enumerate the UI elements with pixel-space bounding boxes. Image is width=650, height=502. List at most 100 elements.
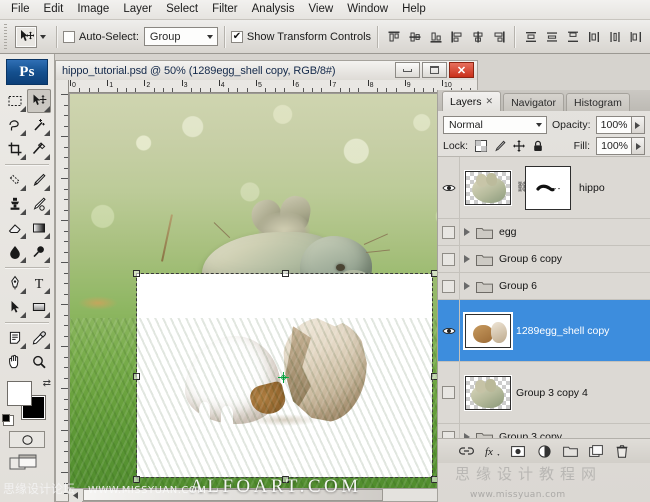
menu-item-select[interactable]: Select — [159, 0, 205, 19]
blur-tool[interactable] — [3, 240, 27, 264]
blur-flyout-triangle-icon[interactable] — [20, 257, 26, 263]
eraser-tool[interactable] — [3, 216, 27, 240]
history-brush-tool[interactable] — [27, 192, 51, 216]
tool-preset-picker[interactable] — [11, 25, 50, 48]
tab-histogram[interactable]: Histogram — [566, 93, 630, 111]
historybrush-flyout-triangle-icon[interactable] — [44, 209, 50, 215]
brush-flyout-triangle-icon[interactable] — [44, 185, 50, 191]
document-horizontal-scrollbar[interactable] — [69, 488, 464, 502]
swap-colors-icon[interactable]: ⇄ — [43, 378, 51, 389]
lasso-flyout-triangle-icon[interactable] — [20, 130, 26, 136]
patch-flyout-triangle-icon[interactable] — [20, 185, 26, 191]
new-group-button[interactable] — [562, 443, 578, 459]
layer-visibility-toggle-egg[interactable] — [438, 219, 460, 245]
menu-item-filter[interactable]: Filter — [205, 0, 245, 19]
lock-position-icon[interactable] — [512, 140, 525, 153]
notes-flyout-triangle-icon[interactable] — [20, 343, 26, 349]
screen-mode-button[interactable] — [9, 454, 45, 473]
wand-flyout-triangle-icon[interactable] — [44, 130, 50, 136]
layer-row-hippo[interactable]: ⛓ hippo — [438, 157, 650, 219]
layer-visibility-toggle-1289egg-shell-copy[interactable] — [438, 300, 460, 361]
dodge-tool[interactable] — [27, 240, 51, 264]
gradient-flyout-triangle-icon[interactable] — [44, 233, 50, 239]
show-transform-controls-checkbox[interactable]: ✔ — [230, 30, 243, 43]
foreground-color-swatch[interactable] — [7, 381, 32, 406]
opacity-slider-chevron-icon[interactable] — [631, 116, 645, 134]
maximize-button[interactable] — [422, 62, 447, 78]
add-layer-mask-button[interactable] — [510, 443, 526, 459]
pen-flyout-triangle-icon[interactable] — [20, 288, 26, 294]
hand-tool[interactable] — [3, 350, 27, 374]
vertical-ruler[interactable] — [56, 80, 69, 501]
rectangular-marquee-tool[interactable] — [3, 89, 27, 113]
stamp-flyout-triangle-icon[interactable] — [20, 209, 26, 215]
type-tool[interactable]: T — [27, 271, 51, 295]
new-adjustment-layer-button[interactable] — [536, 443, 552, 459]
layer-visibility-toggle-group-3-copy-4[interactable] — [438, 362, 460, 423]
opacity-value[interactable]: 100% — [595, 116, 632, 134]
tab-layers[interactable]: Layers ✕ — [442, 91, 502, 111]
auto-select-dropdown[interactable]: Group — [143, 27, 218, 46]
align-right-edges-icon[interactable] — [489, 27, 508, 46]
menu-item-file[interactable]: File — [4, 0, 37, 19]
layer-thumbnail-group-3-copy-4[interactable] — [465, 375, 511, 410]
align-vertical-centers-icon[interactable] — [405, 27, 424, 46]
distribute-bottom-edges-icon[interactable] — [563, 27, 582, 46]
layer-row-group-6[interactable]: Group 6 — [438, 273, 650, 300]
lock-all-icon[interactable] — [531, 140, 544, 153]
auto-select-checkbox[interactable] — [63, 30, 75, 43]
lasso-tool[interactable] — [3, 113, 27, 137]
scroll-left-arrow-icon[interactable] — [69, 489, 82, 502]
lock-image-pixels-icon[interactable] — [493, 140, 506, 153]
gradient-tool[interactable] — [27, 216, 51, 240]
crop-flyout-triangle-icon[interactable] — [20, 154, 26, 160]
pen-tool[interactable] — [3, 271, 27, 295]
document-title-bar[interactable]: hippo_tutorial.psd @ 50% (1289egg_shell … — [55, 60, 478, 80]
menu-item-window[interactable]: Window — [340, 0, 395, 19]
horizontal-ruler[interactable]: 0 1 2 3 4 5 6 7 8 9 10 — [69, 80, 477, 93]
layer-row-1289egg-shell-copy[interactable]: 1289egg_shell copy — [438, 300, 650, 362]
close-button[interactable]: ✕ — [449, 62, 474, 78]
move-tool[interactable] — [27, 89, 51, 113]
menu-item-view[interactable]: View — [301, 0, 340, 19]
type-flyout-triangle-icon[interactable] — [44, 288, 50, 294]
align-top-edges-icon[interactable] — [384, 27, 403, 46]
marquee-flyout-triangle-icon[interactable] — [20, 106, 26, 112]
layer-thumbnail-1289egg-shell-copy[interactable] — [465, 313, 511, 348]
blend-mode-dropdown[interactable]: Normal — [443, 116, 547, 134]
layer-mask-thumbnail-hippo[interactable] — [525, 165, 571, 210]
fill-value[interactable]: 100% — [596, 137, 632, 155]
transform-reference-point-icon[interactable] — [278, 372, 289, 383]
slice-flyout-triangle-icon[interactable] — [44, 154, 50, 160]
crop-tool[interactable] — [3, 137, 27, 161]
horizontal-scroll-thumb[interactable] — [83, 489, 383, 501]
layer-list[interactable]: ⛓ hippo egg Group 6 copy Group 6 1289egg… — [438, 157, 650, 439]
layer-row-egg[interactable]: egg — [438, 219, 650, 246]
tool-preset-chevron-down-icon[interactable] — [40, 34, 46, 39]
magic-wand-tool[interactable] — [27, 113, 51, 137]
path-selection-tool[interactable] — [3, 295, 27, 319]
pathsel-flyout-triangle-icon[interactable] — [20, 312, 26, 318]
move-flyout-triangle-icon[interactable] — [44, 106, 50, 112]
shape-tool[interactable] — [27, 295, 51, 319]
patch-tool[interactable] — [3, 168, 27, 192]
group-disclosure-triangle-icon-group-6-copy[interactable] — [464, 255, 470, 263]
tab-navigator[interactable]: Navigator — [503, 93, 565, 111]
layer-visibility-toggle-group-6-copy[interactable] — [438, 246, 460, 272]
layer-visibility-toggle-group-6[interactable] — [438, 273, 460, 299]
link-layers-button[interactable] — [458, 443, 474, 459]
layer-style-button[interactable]: fx — [484, 443, 500, 459]
canvas[interactable] — [70, 94, 477, 501]
shape-flyout-triangle-icon[interactable] — [44, 312, 50, 318]
distribute-right-edges-icon[interactable] — [626, 27, 645, 46]
close-icon[interactable]: ✕ — [486, 96, 494, 107]
layer-row-group-3-copy[interactable]: Group 3 copy — [438, 424, 650, 438]
menu-item-edit[interactable]: Edit — [37, 0, 71, 19]
brush-tool[interactable] — [27, 168, 51, 192]
menu-item-help[interactable]: Help — [395, 0, 433, 19]
layer-visibility-toggle-group-3-copy[interactable] — [438, 424, 460, 438]
dodge-flyout-triangle-icon[interactable] — [44, 257, 50, 263]
default-colors-icon[interactable] — [2, 414, 14, 426]
align-horizontal-centers-icon[interactable] — [468, 27, 487, 46]
menu-item-analysis[interactable]: Analysis — [245, 0, 302, 19]
